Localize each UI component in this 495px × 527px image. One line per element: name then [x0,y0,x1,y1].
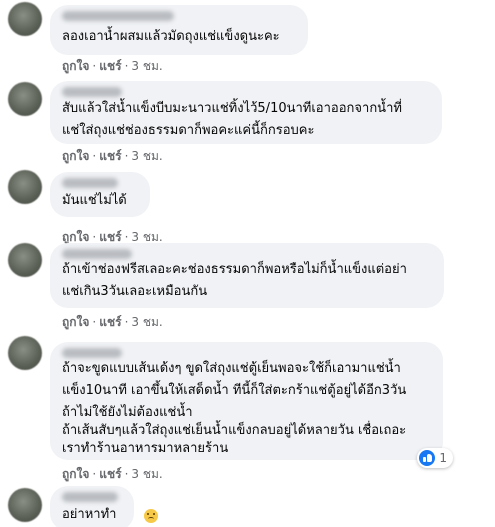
reaction-count-badge[interactable]: 1 [417,448,453,468]
timestamp[interactable]: 3 ชม. [131,315,162,329]
timestamp[interactable]: 3 ชม. [131,230,162,244]
timestamp[interactable]: 3 ชม. [131,149,162,163]
avatar[interactable] [8,170,42,204]
commenter-name[interactable] [62,348,122,358]
like-link[interactable]: ถูกใจ [62,315,89,329]
share-link[interactable]: แชร์ [99,467,121,481]
separator-dot: · [124,315,129,329]
comment-text-line: มันแช่ไม่ได้ [62,193,127,208]
separator-dot: · [92,467,97,481]
like-link[interactable]: ถูกใจ [62,230,89,244]
separator-dot: · [124,467,129,481]
separator-dot: · [124,149,129,163]
avatar[interactable] [8,336,42,370]
separator-dot: · [92,230,97,244]
like-link[interactable]: ถูกใจ [62,467,89,481]
comment-actions: ถูกใจ · แชร์ · 3 ชม. [62,58,163,74]
comment-actions: ถูกใจ · แชร์ · 3 ชม. [62,466,163,482]
reaction-count: 1 [439,451,447,465]
comment-bubble: สับแล้วใส่น้ำแข็งบีบมะนาวแช่ทิ้งไว้5/10น… [50,81,442,144]
like-link[interactable]: ถูกใจ [62,149,89,163]
separator-dot: · [92,149,97,163]
comment-bubble: ลองเอาน้ำผสมแล้วมัดถุงแช่แข็งดูนะคะ [50,5,308,55]
comment-feed: ลองเอาน้ำผสมแล้วมัดถุงแช่แข็งดูนะคะ ถูกใ… [0,0,495,527]
commenter-name[interactable] [62,492,118,502]
confounded-face-emoji-icon [144,509,158,523]
share-link[interactable]: แชร์ [99,59,121,73]
separator-dot: · [124,59,129,73]
commenter-name[interactable] [62,249,132,259]
comment-text-line: อย่าหาทำ [62,504,116,526]
comment-text-line: สับแล้วใส่น้ำแข็งบีบมะนาวแช่ทิ้งไว้5/10น… [62,101,402,116]
comment-bubble: ถ้าเข้าช่องฟรีสเลอะคะช่องธรรมดาก็พอหรือไ… [50,243,444,308]
timestamp[interactable]: 3 ชม. [131,59,162,73]
avatar[interactable] [8,82,42,116]
avatar[interactable] [8,243,42,277]
separator-dot: · [124,230,129,244]
like-link[interactable]: ถูกใจ [62,59,89,73]
comment-bubble: มันแช่ไม่ได้ [50,172,150,217]
comment-bubble: อย่าหาทำ [50,486,134,527]
like-reaction-icon [419,450,436,466]
share-link[interactable]: แชร์ [99,230,121,244]
commenter-name[interactable] [62,178,118,188]
comment-actions: ถูกใจ · แชร์ · 3 ชม. [62,314,163,330]
avatar[interactable] [8,488,42,522]
comment-text-line: ลองเอาน้ำผสมแล้วมัดถุงแช่แข็งดูนะคะ [62,29,280,44]
comment-actions: ถูกใจ · แชร์ · 3 ชม. [62,148,163,164]
comment-text-line: แข็ง10นาที เอาขึ้นให้เสด็ดน้ำ ทีนี้ก็ใส่… [62,383,407,398]
comment-text-line: แช่เกิน3วันเลอะเหมือนกัน [62,284,208,299]
comment-text-line: แช่ใส่ถุงแช่ช่องธรรมดาก็พอคะแค่นี้ก็กรอบ… [62,123,315,138]
separator-dot: · [92,315,97,329]
commenter-name[interactable] [62,87,122,97]
comment-text-line: เราทำร้านอาหารมาหลายร้าน [62,441,229,456]
timestamp[interactable]: 3 ชม. [131,467,162,481]
share-link[interactable]: แชร์ [99,149,121,163]
comment-text: อย่าหาทำ [62,507,117,522]
comment-bubble: ถ้าจะขูดแบบเส้นเด้งๆ ขูดใส่ถุงแช่ตู้เย็น… [50,342,453,468]
share-link[interactable]: แชร์ [99,315,121,329]
comment-text-line: ถ้าเข้าช่องฟรีสเลอะคะช่องธรรมดาก็พอหรือไ… [62,262,407,277]
commenter-name[interactable] [62,11,174,21]
avatar[interactable] [8,2,42,36]
separator-dot: · [92,59,97,73]
comment-text-line: ถ้าจะขูดแบบเส้นเด้งๆ ขูดใส่ถุงแช่ตู้เย็น… [62,361,401,376]
